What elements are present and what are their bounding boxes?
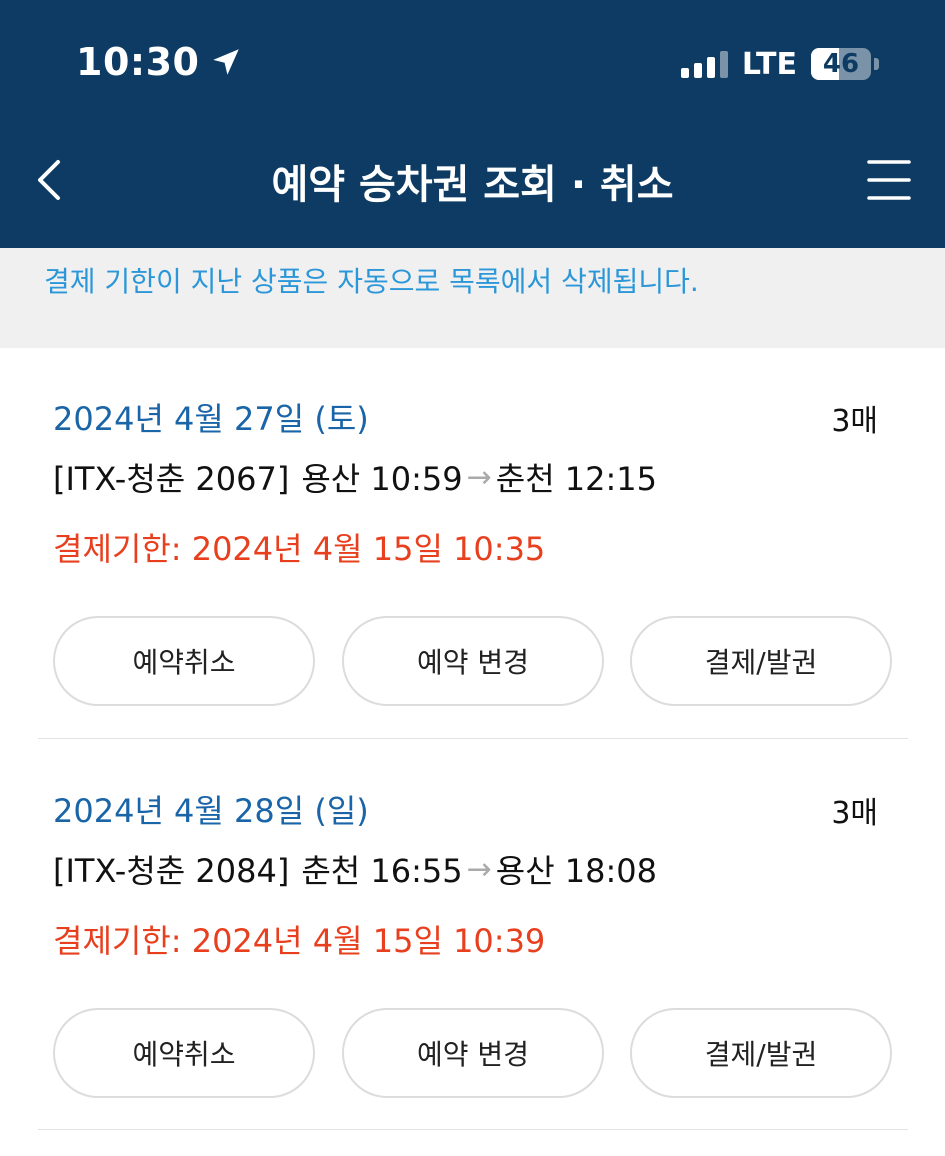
ticket-quantity: 3매 [831,404,878,439]
train-name: [ITX-청춘 2067] [53,460,290,498]
arrow-right-icon: → [466,459,492,495]
pay-issue-button[interactable]: 결제/발권 [630,616,892,706]
arrival: 춘천 12:15 [495,460,658,498]
location-arrow-icon [213,49,240,75]
change-reservation-button[interactable]: 예약 변경 [342,616,604,706]
status-indicators: LTE 46 [680,44,879,84]
notice-banner: 결제 기한이 지난 상품은 자동으로 목록에서 삭제됩니다. [0,248,945,348]
payment-deadline: 결제기한: 2024년 4월 15일 10:39 [53,922,546,960]
train-route: [ITX-청춘 2067] 용산 10:59 → 춘천 12:15 [53,454,657,500]
departure: 춘천 16:55 [301,852,463,890]
hamburger-menu-icon [867,160,911,200]
app-header: 10:30 LTE 46 예약 승차권 조회 · 취소 [0,0,945,248]
reservation-date: 2024년 4월 27일 (토) [53,400,369,438]
arrival: 용산 18:08 [495,852,658,890]
reservation-card: 2024년 4월 27일 (토) 3매 [ITX-청춘 2067] 용산 10:… [38,394,908,739]
arrow-right-icon: → [466,851,492,887]
menu-button[interactable] [867,158,911,202]
pay-issue-button[interactable]: 결제/발권 [630,1008,892,1098]
notice-text: 결제 기한이 지난 상품은 자동으로 목록에서 삭제됩니다. [44,265,699,298]
page-title: 예약 승차권 조회 · 취소 [271,162,674,208]
cancel-reservation-button[interactable]: 예약취소 [53,1008,315,1098]
reservation-date: 2024년 4월 28일 (일) [53,792,369,830]
status-time-text: 10:30 [76,40,200,84]
train-name: [ITX-청춘 2084] [53,852,290,890]
network-type: LTE [741,46,797,82]
departure: 용산 10:59 [301,460,463,498]
cellular-signal-icon [680,50,728,78]
battery-icon: 46 [811,48,871,80]
battery-percent: 46 [822,49,860,79]
train-route: [ITX-청춘 2084] 춘천 16:55 → 용산 18:08 [53,846,657,892]
change-reservation-button[interactable]: 예약 변경 [342,1008,604,1098]
ticket-quantity: 3매 [831,796,878,831]
cancel-reservation-button[interactable]: 예약취소 [53,616,315,706]
status-time: 10:30 [76,40,243,84]
payment-deadline: 결제기한: 2024년 4월 15일 10:35 [53,530,546,568]
reservation-card: 2024년 4월 28일 (일) 3매 [ITX-청춘 2084] 춘천 16:… [38,786,908,1130]
battery-tip [874,58,879,70]
